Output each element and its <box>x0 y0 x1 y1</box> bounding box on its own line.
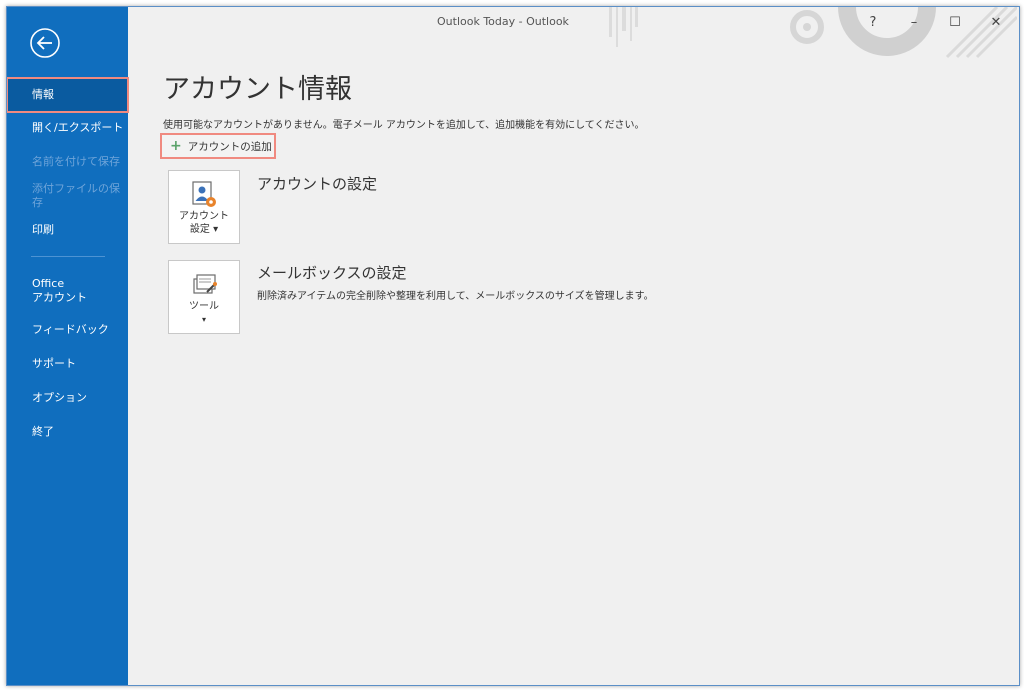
account-settings-tile-label-2: 設定 ▾ <box>189 224 219 235</box>
sidebar-item-save-as: 名前を付けて保存 <box>7 145 128 179</box>
sidebar-item-label: オプション <box>32 391 87 404</box>
outlook-window: 情報 開く/エクスポート 名前を付けて保存 添付ファイルの保存 印刷 Offic… <box>6 6 1020 686</box>
backstage-sidebar: 情報 開く/エクスポート 名前を付けて保存 添付ファイルの保存 印刷 Offic… <box>7 7 129 685</box>
sidebar-item-label: フィードバック <box>32 323 109 336</box>
account-settings-icon <box>192 181 216 207</box>
mailbox-tools-icon <box>193 274 217 294</box>
mailbox-settings-description: 削除済みアイテムの完全削除や整理を利用して、メールボックスのサイズを管理します。 <box>257 291 654 302</box>
sidebar-item-label: Office アカウント <box>32 277 87 304</box>
account-settings-button[interactable]: アカウント 設定 ▾ <box>168 170 240 244</box>
sidebar-item-label: 添付ファイルの保存 <box>32 182 120 209</box>
sidebar-item-save-attachments: 添付ファイルの保存 <box>7 179 128 213</box>
sidebar-item-office-account[interactable]: Office アカウント <box>7 271 128 311</box>
page-title: アカウント情報 <box>163 74 352 105</box>
account-settings-title: アカウントの設定 <box>257 175 378 193</box>
add-account-label: アカウントの追加 <box>187 140 272 153</box>
sidebar-item-label: 終了 <box>32 425 54 438</box>
window-title: Outlook Today - Outlook <box>437 15 569 28</box>
sidebar-divider <box>31 256 105 257</box>
sidebar-item-support[interactable]: サポート <box>7 347 128 381</box>
back-button[interactable] <box>29 27 61 59</box>
account-settings-tile-label-1: アカウント <box>179 211 229 222</box>
maximize-button[interactable]: ☐ <box>942 10 968 34</box>
sidebar-item-info[interactable]: 情報 <box>7 77 129 113</box>
sidebar-item-label: サポート <box>32 357 76 370</box>
sidebar-item-label: 開く/エクスポート <box>32 121 124 134</box>
sidebar-item-exit[interactable]: 終了 <box>7 415 128 449</box>
sidebar-item-label: 名前を付けて保存 <box>32 155 120 168</box>
sidebar-item-label: 情報 <box>32 88 54 101</box>
sidebar-item-label: 印刷 <box>32 223 54 236</box>
mailbox-settings-title: メールボックスの設定 <box>257 264 407 282</box>
no-account-message: 使用可能なアカウントがありません。電子メール アカウントを追加して、追加機能を有… <box>163 120 645 131</box>
tools-dropdown-icon: ▾ <box>201 315 206 324</box>
sidebar-item-print[interactable]: 印刷 <box>7 213 128 247</box>
sidebar-item-open-export[interactable]: 開く/エクスポート <box>7 111 128 145</box>
sidebar-item-feedback[interactable]: フィードバック <box>7 313 128 347</box>
tools-button[interactable]: ツール ▾ <box>168 260 240 334</box>
plus-icon: + <box>170 138 182 154</box>
help-button[interactable]: ? <box>860 10 886 34</box>
close-button[interactable]: ✕ <box>983 10 1009 34</box>
back-arrow-icon <box>30 28 60 58</box>
tools-tile-label: ツール <box>189 301 219 312</box>
minimize-button[interactable]: – <box>901 10 927 34</box>
add-account-button[interactable]: + アカウントの追加 <box>160 133 276 159</box>
sidebar-item-options[interactable]: オプション <box>7 381 128 415</box>
